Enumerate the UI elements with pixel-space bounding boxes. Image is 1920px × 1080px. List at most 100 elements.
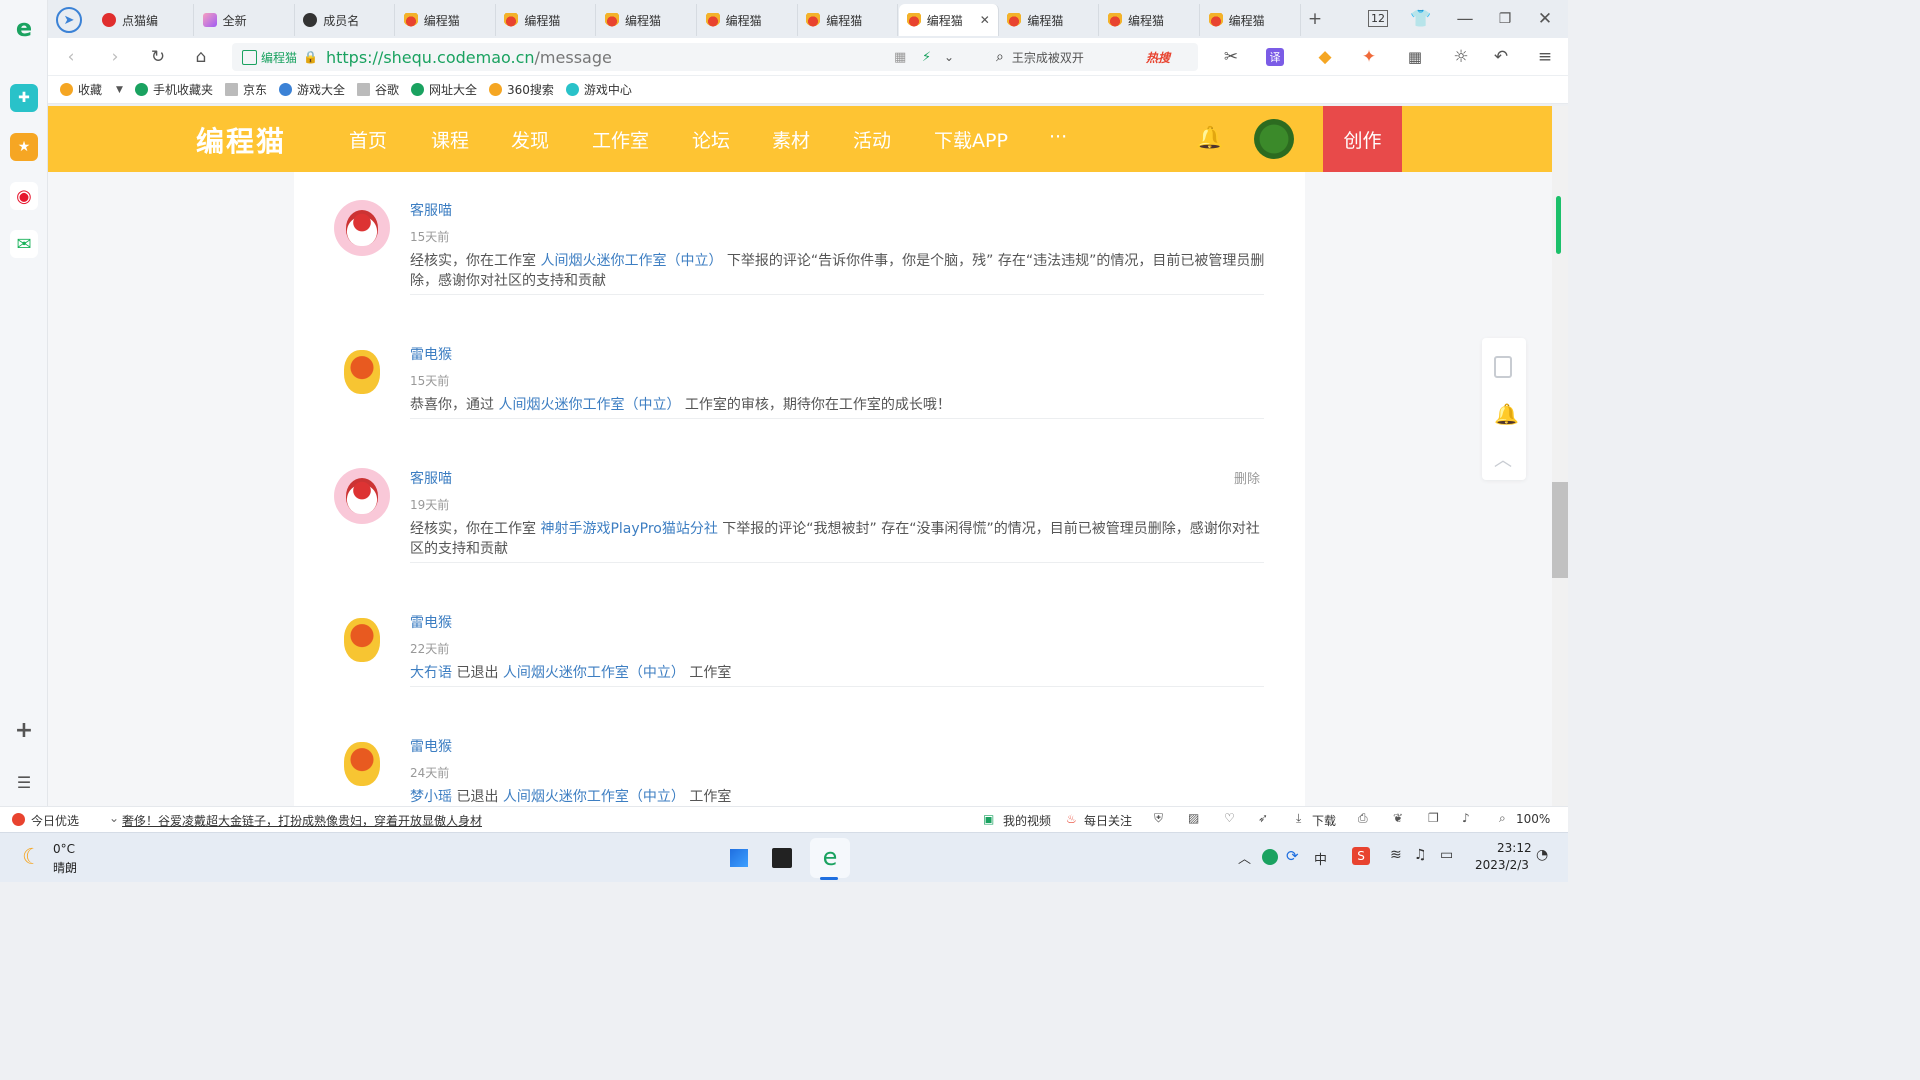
scroll-thumb[interactable]: [1552, 482, 1568, 578]
tab-6[interactable]: 编程猫: [698, 4, 798, 36]
restore-icon[interactable]: ❐: [1494, 8, 1516, 30]
image-icon[interactable]: ▨: [1188, 811, 1199, 825]
tab-9[interactable]: 编程猫: [999, 4, 1100, 36]
message-link[interactable]: 人间烟火迷你工作室（中立）: [540, 253, 722, 269]
sender-name[interactable]: 雷电猴: [410, 344, 452, 364]
tab-7[interactable]: 编程猫: [798, 4, 899, 36]
brightness-icon[interactable]: ☼: [1450, 46, 1472, 68]
message-link[interactable]: 神射手游戏PlayPro猫站分社: [540, 521, 717, 537]
sender-avatar[interactable]: [334, 612, 390, 668]
expand-icon[interactable]: ⌄: [109, 811, 119, 825]
notification-icon[interactable]: ◔: [1536, 847, 1548, 863]
tab-5[interactable]: 编程猫: [597, 4, 697, 36]
volume-icon[interactable]: ♫: [1414, 847, 1427, 863]
sidebar-app-icon[interactable]: ✚: [10, 84, 38, 112]
windows-start-icon[interactable]: [728, 847, 750, 869]
favorites-star-icon[interactable]: ★: [10, 133, 38, 161]
nav-item-4[interactable]: 论坛: [692, 126, 730, 153]
zoom-level[interactable]: 100%: [1516, 812, 1550, 826]
tab-3[interactable]: 编程猫: [396, 4, 496, 36]
sender-name[interactable]: 雷电猴: [410, 736, 452, 756]
notice-bell-icon[interactable]: 🔔: [1494, 402, 1519, 426]
tray-app-icon[interactable]: [1262, 849, 1278, 865]
wifi-icon[interactable]: ≋: [1390, 847, 1402, 863]
tab-10[interactable]: 编程猫: [1100, 4, 1200, 36]
battery-icon[interactable]: ▭: [1440, 847, 1453, 863]
sender-avatar[interactable]: [334, 200, 390, 256]
close-window-icon[interactable]: ✕: [1534, 8, 1556, 30]
close-tab-icon[interactable]: ✕: [980, 13, 990, 27]
apps-grid-icon[interactable]: ▦: [1404, 46, 1426, 68]
bell-icon[interactable]: 🔔: [1196, 126, 1223, 151]
nav-item-7[interactable]: 下载APP: [934, 126, 1008, 153]
game-icon[interactable]: ✦: [1358, 46, 1380, 68]
page-scrollbar[interactable]: [1552, 106, 1568, 806]
search-box[interactable]: ⌕ 王宗成被双开 热搜: [988, 43, 1198, 71]
tab-0[interactable]: 点猫编: [94, 4, 194, 36]
mail-icon[interactable]: ✉: [10, 230, 38, 258]
printer-icon[interactable]: ⎙: [1358, 811, 1368, 826]
bookmark-item[interactable]: 游戏中心: [565, 81, 632, 98]
nav-item-6[interactable]: 活动: [853, 126, 891, 153]
mobile-icon[interactable]: [1494, 356, 1512, 378]
sender-name[interactable]: 客服喵: [410, 468, 452, 488]
bookmark-item[interactable]: 360搜索: [489, 81, 554, 98]
tab-4[interactable]: 编程猫: [496, 4, 597, 36]
translate-icon[interactable]: 译: [1266, 48, 1284, 66]
tab-1[interactable]: 全新: [195, 4, 295, 36]
message-link[interactable]: 人间烟火迷你工作室（中立）: [503, 665, 685, 681]
navigate-icon[interactable]: ➤: [56, 7, 82, 33]
scissors-icon[interactable]: ✂: [1220, 46, 1242, 68]
message-link[interactable]: 大冇语: [410, 665, 452, 681]
clock-date[interactable]: 2023/2/3: [1475, 858, 1529, 872]
nav-item-2[interactable]: 发现: [511, 126, 549, 153]
skin-shirt-icon[interactable]: 👕: [1410, 8, 1432, 30]
tab-2[interactable]: 成员名: [295, 4, 396, 36]
bookmark-item[interactable]: 收藏 ▼: [60, 81, 123, 98]
undo-icon[interactable]: ↶: [1490, 46, 1512, 68]
daily-focus-label[interactable]: 每日关注: [1084, 812, 1132, 829]
menu-list-icon[interactable]: ☰: [10, 768, 38, 796]
dropdown-arrow-icon[interactable]: ▼: [116, 85, 123, 95]
site-logo[interactable]: 编程猫: [196, 120, 286, 160]
sender-name[interactable]: 雷电猴: [410, 612, 452, 632]
window-icon[interactable]: ❐: [1428, 811, 1439, 825]
bookmark-item[interactable]: 网址大全: [411, 81, 477, 98]
bookmark-item[interactable]: 游戏大全: [278, 81, 345, 98]
nav-item-1[interactable]: 课程: [431, 126, 469, 153]
sender-name[interactable]: 客服喵: [410, 200, 452, 220]
sender-avatar[interactable]: [334, 468, 390, 524]
forward-icon[interactable]: ›: [104, 46, 126, 68]
sender-avatar[interactable]: [334, 344, 390, 400]
minimize-icon[interactable]: —: [1454, 8, 1476, 30]
user-avatar[interactable]: [1254, 119, 1294, 159]
my-video-label[interactable]: 我的视频: [1003, 812, 1051, 829]
qr-code-icon[interactable]: ▦: [894, 50, 906, 65]
chevron-down-icon[interactable]: ⌄: [944, 50, 954, 64]
browser-logo-icon[interactable]: e: [10, 14, 38, 42]
tray-sync-icon[interactable]: ⟳: [1286, 847, 1299, 865]
leaf-icon[interactable]: ❦: [1393, 811, 1403, 825]
shield-icon[interactable]: ⛨: [1154, 811, 1163, 826]
reload-icon[interactable]: ↻: [147, 46, 169, 68]
nav-item-5[interactable]: 素材: [772, 126, 810, 153]
back-icon[interactable]: ‹: [60, 46, 82, 68]
download-label[interactable]: 下载: [1312, 812, 1336, 829]
clock-time[interactable]: 23:12: [1497, 841, 1532, 855]
create-button[interactable]: 创作: [1323, 106, 1402, 172]
tab-count-badge[interactable]: 12: [1368, 10, 1388, 27]
health-icon[interactable]: ♡: [1224, 811, 1235, 825]
nav-item-3[interactable]: 工作室: [592, 126, 649, 153]
rocket-icon[interactable]: ➶: [1258, 811, 1268, 825]
bookmark-item[interactable]: 京东: [224, 81, 267, 98]
tab-11[interactable]: 编程猫: [1201, 4, 1301, 36]
bookmark-item[interactable]: 手机收藏夹: [134, 81, 213, 98]
task-view-icon[interactable]: [772, 848, 792, 868]
news-ticker[interactable]: 奢侈！谷爱凌戴超大金链子，打扮成熟像贵妇，穿着开放显傲人身材: [122, 812, 482, 829]
address-bar[interactable]: 编程猫 🔒 https://shequ.codemao.cn/message ▦…: [232, 43, 1020, 71]
message-link[interactable]: 人间烟火迷你工作室（中立）: [498, 397, 680, 413]
tray-chevron-icon[interactable]: ︿: [1238, 848, 1251, 867]
sender-avatar[interactable]: [334, 736, 390, 792]
bookmark-item[interactable]: 谷歌: [356, 81, 399, 98]
home-icon[interactable]: ⌂: [190, 46, 212, 68]
